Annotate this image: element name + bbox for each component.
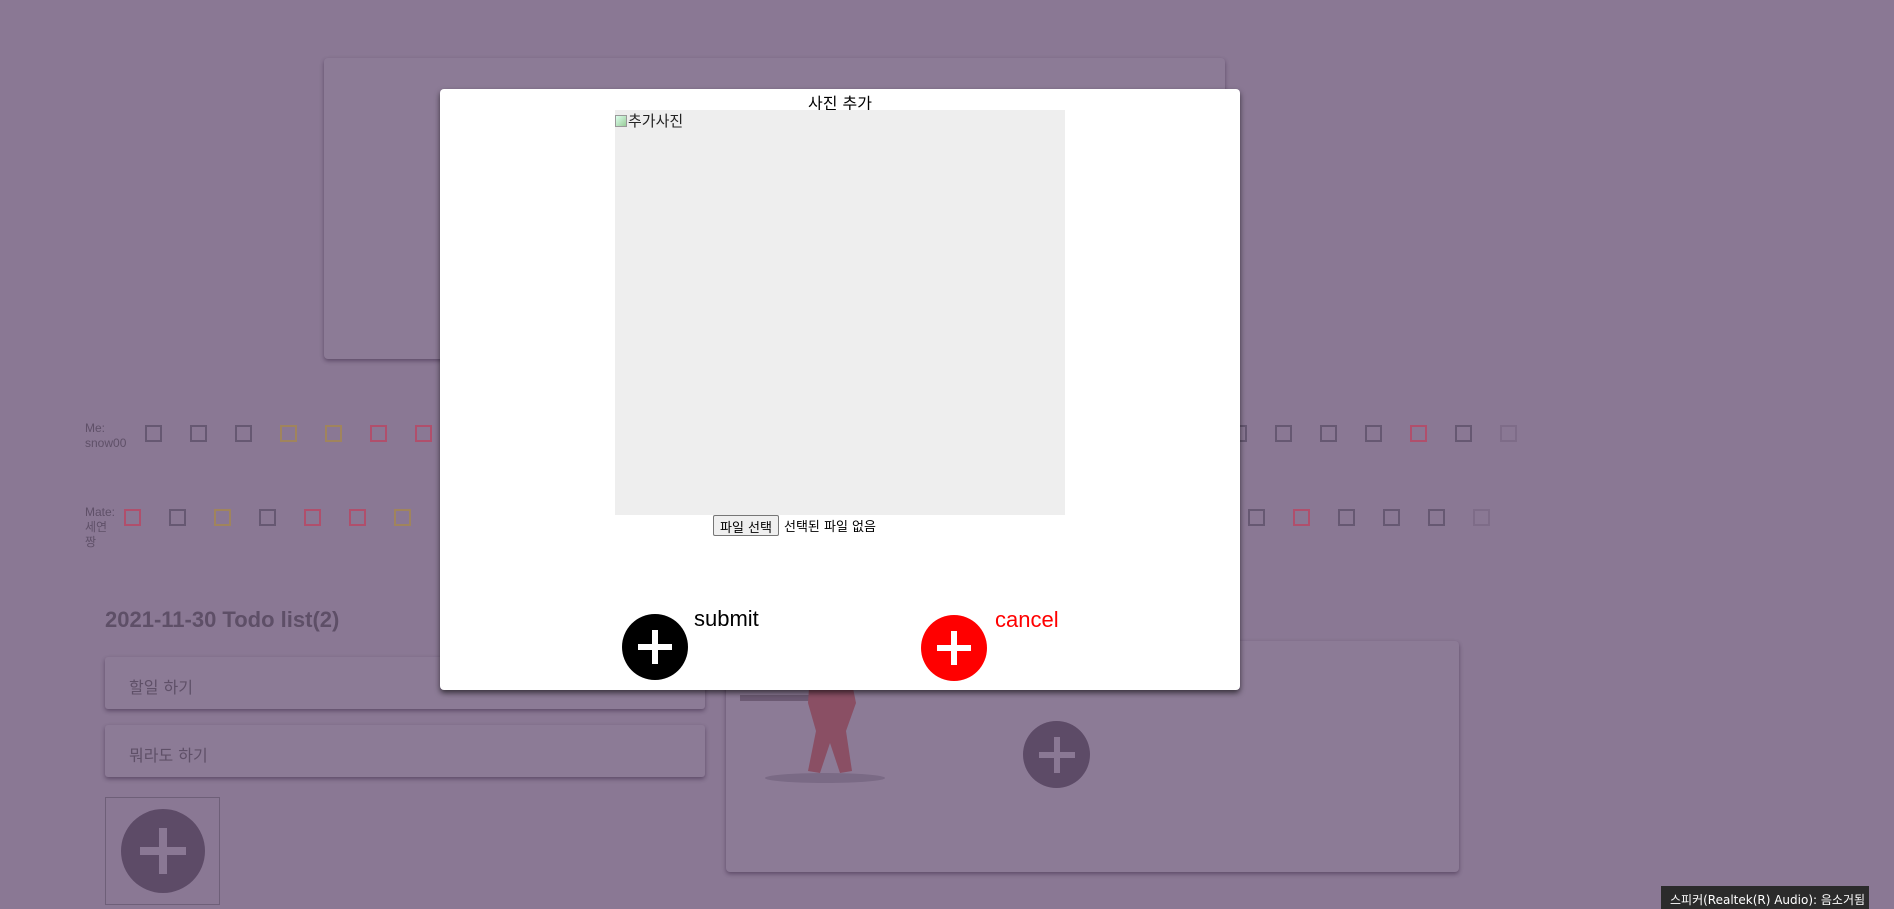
me-label: Me: snow00	[85, 421, 127, 450]
system-volume-tooltip: 스피커(Realtek(R) Audio): 음소거됨	[1661, 886, 1869, 909]
mate-day-checkbox[interactable]	[304, 509, 321, 526]
broken-image-icon	[615, 114, 627, 127]
cancel-plus-icon[interactable]	[921, 615, 987, 681]
file-input: 파일 선택 선택된 파일 없음	[713, 515, 876, 536]
me-day-checkbox[interactable]	[325, 425, 342, 442]
me-day-checkbox[interactable]	[370, 425, 387, 442]
add-todo-box[interactable]	[105, 797, 220, 905]
me-day-checkbox[interactable]	[1275, 425, 1292, 442]
mate-day-checkbox[interactable]	[349, 509, 366, 526]
todo-list-title: 2021-11-30 Todo list(2)	[105, 607, 340, 632]
add-photo-icon[interactable]	[1023, 721, 1090, 788]
add-photo-modal: 사진 추가 추가사진 파일 선택 선택된 파일 없음 submit cancel	[440, 89, 1240, 690]
mate-day-checkbox[interactable]	[1428, 509, 1445, 526]
mate-day-checkbox[interactable]	[1383, 509, 1400, 526]
image-alt-text: 추가사진	[628, 112, 684, 130]
file-status-text: 선택된 파일 없음	[783, 520, 876, 535]
mate-day-checkbox[interactable]	[1473, 509, 1490, 526]
mate-day-checkbox[interactable]	[169, 509, 186, 526]
mate-label: Mate: 세연 짱	[85, 505, 116, 549]
me-day-checkbox[interactable]	[1410, 425, 1427, 442]
me-day-checkbox[interactable]	[1365, 425, 1382, 442]
me-day-checkbox[interactable]	[415, 425, 432, 442]
me-day-checkbox[interactable]	[1320, 425, 1337, 442]
photo-preview: 추가사진	[615, 110, 1065, 515]
choose-file-button[interactable]: 파일 선택	[713, 515, 779, 536]
mate-day-checkbox[interactable]	[394, 509, 411, 526]
me-day-checkbox[interactable]	[1455, 425, 1472, 442]
mate-day-checkbox[interactable]	[1338, 509, 1355, 526]
me-day-checkbox[interactable]	[235, 425, 252, 442]
mate-day-checkbox[interactable]	[124, 509, 141, 526]
add-todo-icon[interactable]	[121, 809, 205, 893]
mate-day-checkbox[interactable]	[1293, 509, 1310, 526]
submit-plus-icon[interactable]	[622, 614, 688, 680]
me-day-checkbox[interactable]	[190, 425, 207, 442]
submit-button[interactable]: submit	[694, 606, 759, 632]
mate-day-checkbox[interactable]	[1248, 509, 1265, 526]
me-day-checkbox[interactable]	[1500, 425, 1517, 442]
me-day-checkbox[interactable]	[145, 425, 162, 442]
mate-day-checkbox[interactable]	[214, 509, 231, 526]
me-day-checkbox[interactable]	[280, 425, 297, 442]
broken-image: 추가사진	[615, 110, 683, 131]
mate-day-checkbox[interactable]	[259, 509, 276, 526]
todo-item[interactable]: 뭐라도 하기	[105, 725, 705, 777]
cancel-button[interactable]: cancel	[995, 607, 1059, 633]
